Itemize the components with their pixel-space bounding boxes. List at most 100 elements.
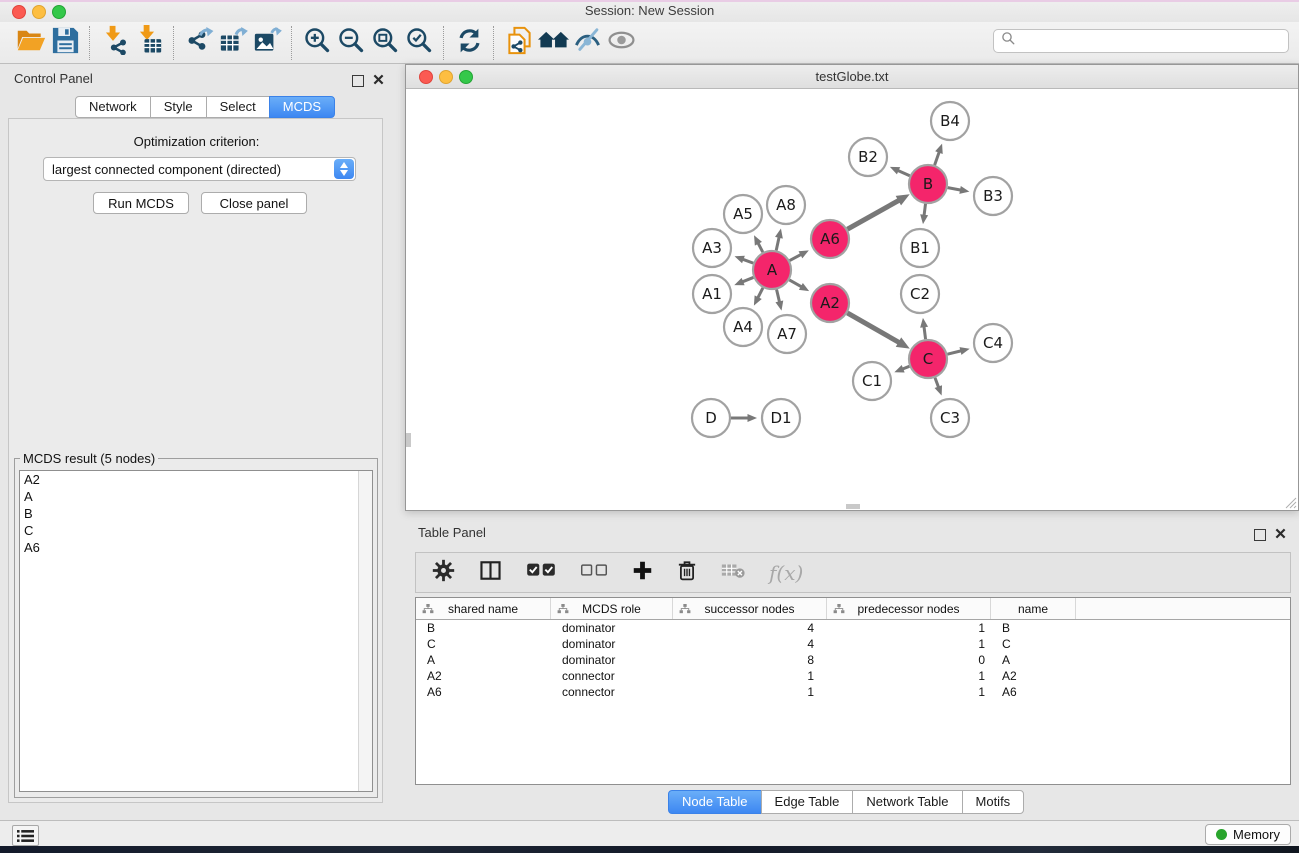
table-row-B[interactable]: Bdominator41B (416, 620, 1290, 636)
close-table-panel-icon[interactable] (1275, 526, 1286, 544)
search-input[interactable] (1021, 33, 1288, 50)
graph-edge-B-B1[interactable] (924, 204, 925, 216)
criterion-dropdown[interactable]: largest connected component (directed) (43, 157, 356, 181)
network-vertical-scroll-thumb[interactable] (406, 433, 411, 447)
table-cell[interactable]: A6 (991, 684, 1076, 700)
graph-edge-A-A8[interactable] (776, 237, 779, 251)
resize-grip-icon[interactable] (1285, 497, 1297, 509)
graph-edge-C-C2[interactable] (924, 326, 926, 339)
column-header-MCDS-role[interactable]: MCDS role (551, 598, 673, 619)
tab-mcds[interactable]: MCDS (269, 96, 335, 118)
tab-network-table[interactable]: Network Table (852, 790, 962, 814)
table-cell[interactable]: 0 (827, 652, 991, 668)
table-cell[interactable]: dominator (551, 652, 673, 668)
graph-edge-C-C3[interactable] (935, 378, 939, 388)
tab-network[interactable]: Network (75, 96, 151, 118)
close-panel-icon[interactable] (373, 72, 384, 90)
mcds-result-item[interactable]: C (20, 523, 372, 539)
export-network-button[interactable] (182, 26, 216, 60)
network-horizontal-scroll-thumb[interactable] (846, 504, 860, 509)
mcds-result-list[interactable]: A2ABCA6 (19, 470, 373, 792)
delete-column-button[interactable] (677, 559, 697, 586)
table-cell[interactable]: 1 (673, 668, 827, 684)
graph-edge-C-C1[interactable] (902, 366, 909, 369)
table-cell[interactable]: A2 (991, 668, 1076, 684)
table-cell[interactable]: B (991, 620, 1076, 636)
table-cell[interactable]: 1 (827, 668, 991, 684)
graph-edge-B-B4[interactable] (935, 152, 940, 165)
graph-edge-A2-C[interactable] (847, 313, 899, 343)
tab-style[interactable]: Style (150, 96, 207, 118)
mcds-result-item[interactable]: A6 (20, 540, 372, 556)
table-row-A6[interactable]: A6connector11A6 (416, 684, 1290, 700)
graph-edge-A-A5[interactable] (758, 243, 763, 252)
table-cell[interactable]: 1 (827, 636, 991, 652)
search-box[interactable] (993, 29, 1289, 53)
hide-graphics-details-button[interactable] (570, 26, 604, 60)
table-cell[interactable]: connector (551, 668, 673, 684)
refresh-layout-button[interactable] (452, 26, 486, 60)
column-header-successor-nodes[interactable]: successor nodes (673, 598, 827, 619)
table-row-C[interactable]: Cdominator41C (416, 636, 1290, 652)
graph-edge-A-A1[interactable] (742, 277, 753, 282)
table-cell[interactable]: C (991, 636, 1076, 652)
tab-node-table[interactable]: Node Table (668, 790, 762, 814)
home-button[interactable] (536, 26, 570, 60)
column-header-shared-name[interactable]: shared name (416, 598, 551, 619)
add-column-button[interactable] (632, 560, 653, 586)
task-history-button[interactable] (12, 825, 39, 846)
network-canvas-svg[interactable]: AA6A2BCA3A5A8A1A4A7B2B4B3B1C2C1C4C3DD1 (406, 88, 1298, 510)
deselect-all-button[interactable] (580, 561, 608, 584)
column-header-name[interactable]: name (991, 598, 1076, 619)
table-cell[interactable]: connector (551, 684, 673, 700)
export-table-button[interactable] (216, 26, 250, 60)
gear-button[interactable] (432, 559, 455, 587)
zoom-selected-button[interactable] (402, 26, 436, 60)
mcds-result-item[interactable]: A2 (20, 472, 372, 488)
table-cell[interactable]: A (416, 652, 551, 668)
clone-network-button[interactable] (502, 26, 536, 60)
table-cell[interactable]: A6 (416, 684, 551, 700)
table-cell[interactable]: 4 (673, 636, 827, 652)
table-row-A[interactable]: Adominator80A (416, 652, 1290, 668)
table-cell[interactable]: 4 (673, 620, 827, 636)
mcds-result-item[interactable]: A (20, 489, 372, 505)
graph-edge-A-A6[interactable] (790, 254, 802, 260)
zoom-out-button[interactable] (334, 26, 368, 60)
tab-select[interactable]: Select (206, 96, 270, 118)
import-table-button[interactable] (132, 26, 166, 60)
graph-edge-B-B2[interactable] (898, 170, 910, 175)
graph-edge-A-A2[interactable] (789, 280, 801, 287)
graph-edge-A-A3[interactable] (743, 259, 754, 263)
mcds-result-item[interactable]: B (20, 506, 372, 522)
float-table-panel-icon[interactable] (1254, 529, 1266, 541)
column-header-predecessor-nodes[interactable]: predecessor nodes (827, 598, 991, 619)
split-column-button[interactable] (479, 559, 502, 587)
export-image-button[interactable] (250, 26, 284, 60)
table-cell[interactable]: A (991, 652, 1076, 668)
table-cell[interactable]: 1 (673, 684, 827, 700)
table-cell[interactable]: dominator (551, 620, 673, 636)
import-network-button[interactable] (98, 26, 132, 60)
graph-edge-C-C4[interactable] (947, 351, 961, 354)
memory-button[interactable]: Memory (1205, 824, 1291, 845)
table-cell[interactable]: 1 (827, 684, 991, 700)
tab-motifs[interactable]: Motifs (962, 790, 1025, 814)
table-cell[interactable]: C (416, 636, 551, 652)
table-cell[interactable]: 8 (673, 652, 827, 668)
network-window-titlebar[interactable]: testGlobe.txt (406, 65, 1298, 89)
table-cell[interactable]: B (416, 620, 551, 636)
table-row-A2[interactable]: A2connector11A2 (416, 668, 1290, 684)
run-mcds-button[interactable]: Run MCDS (93, 192, 189, 214)
zoom-fit-button[interactable] (368, 26, 402, 60)
mcds-result-scrollbar[interactable] (358, 471, 372, 791)
float-panel-icon[interactable] (352, 75, 364, 87)
zoom-in-button[interactable] (300, 26, 334, 60)
table-cell[interactable]: 1 (827, 620, 991, 636)
table-cell[interactable]: dominator (551, 636, 673, 652)
tab-edge-table[interactable]: Edge Table (761, 790, 854, 814)
graph-edge-A6-B[interactable] (847, 200, 899, 229)
select-all-button[interactable] (526, 561, 556, 585)
save-session-button[interactable] (48, 26, 82, 60)
graph-edge-A-A4[interactable] (758, 288, 763, 298)
